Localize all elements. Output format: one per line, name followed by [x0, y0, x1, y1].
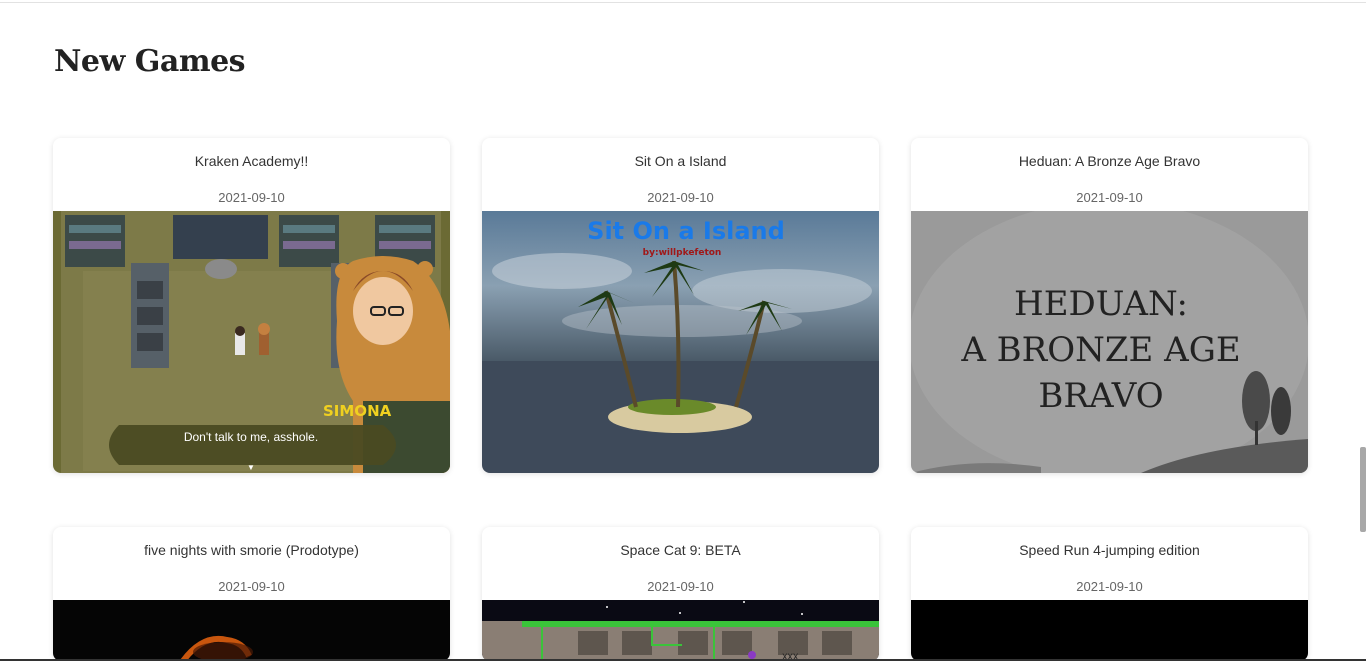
game-logo: Sit On a Island	[587, 217, 785, 245]
game-thumbnail[interactable]	[53, 600, 450, 661]
svg-text:▼: ▼	[247, 463, 255, 472]
game-card[interactable]: Heduan: A Bronze Age Bravo 2021-09-10 HE…	[911, 138, 1308, 473]
speaker-name: SIMONA	[323, 402, 392, 420]
dialog-text: Don't talk to me, asshole.	[184, 430, 318, 444]
game-card[interactable]: Sit On a Island 2021-09-10 Sit On a Isla…	[482, 138, 879, 473]
game-title[interactable]: Speed Run 4-jumping edition	[911, 542, 1308, 558]
thumb-line3: BRAVO	[1038, 376, 1163, 416]
game-title[interactable]: five nights with smorie (Prodotype)	[53, 542, 450, 558]
game-date: 2021-09-10	[647, 579, 714, 594]
game-date: 2021-09-10	[218, 579, 285, 594]
game-card[interactable]: Speed Run 4-jumping edition 2021-09-10	[911, 527, 1308, 661]
game-date: 2021-09-10	[1076, 579, 1143, 594]
game-byline: by:willpkefeton	[643, 248, 722, 258]
game-title[interactable]: Space Cat 9: BETA	[482, 542, 879, 558]
game-date: 2021-09-10	[218, 190, 285, 205]
game-title[interactable]: Heduan: A Bronze Age Bravo	[911, 153, 1308, 169]
section-title: New Games	[54, 44, 246, 79]
game-thumbnail[interactable]: SIMONA Don't talk to me, asshole. ▼	[53, 211, 450, 473]
game-card[interactable]: five nights with smorie (Prodotype) 2021…	[53, 527, 450, 661]
game-card[interactable]: Space Cat 9: BETA 2021-09-10 XXX	[482, 527, 879, 661]
game-date: 2021-09-10	[647, 190, 714, 205]
thumb-line2: A BRONZE AGE	[960, 330, 1240, 370]
game-date: 2021-09-10	[1076, 190, 1143, 205]
top-divider	[0, 2, 1366, 3]
game-title[interactable]: Kraken Academy!!	[53, 153, 450, 169]
game-thumbnail[interactable]: XXX	[482, 600, 879, 661]
game-title[interactable]: Sit On a Island	[482, 153, 879, 169]
thumb-line1: HEDUAN:	[1014, 284, 1188, 324]
scrollbar-thumb[interactable]	[1360, 447, 1366, 532]
game-card[interactable]: Kraken Academy!! 2021-09-10 SIMONA Don't…	[53, 138, 450, 473]
game-thumbnail[interactable]: HEDUAN: A BRONZE AGE BRAVO	[911, 211, 1308, 473]
game-thumbnail[interactable]: Sit On a Island by:willpkefeton	[482, 211, 879, 473]
game-thumbnail[interactable]	[911, 600, 1308, 661]
